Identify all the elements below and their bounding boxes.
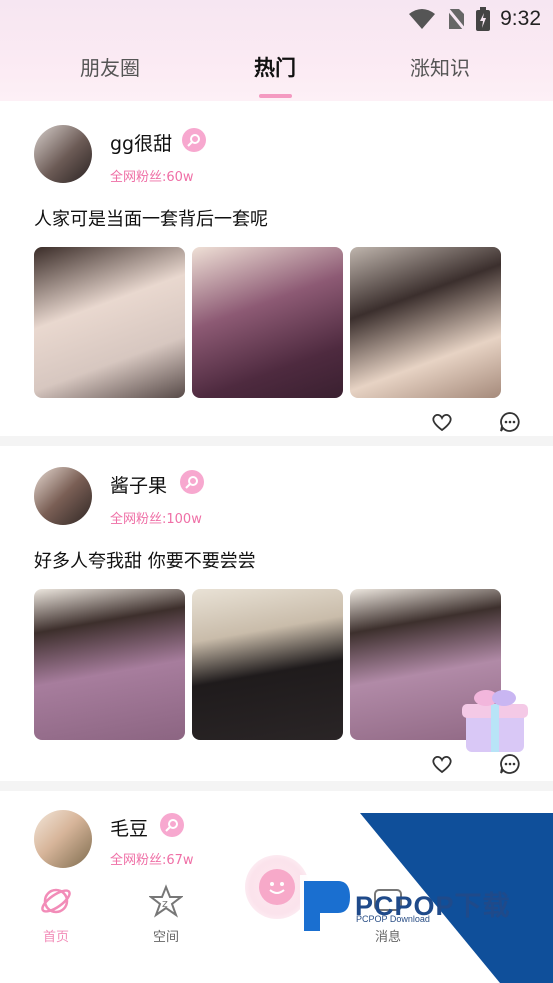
tab-knowledge[interactable]: 涨知识 <box>380 52 500 81</box>
post-photo[interactable] <box>34 589 185 740</box>
fans-count: 全网粉丝:67w <box>110 853 194 868</box>
tab-moments[interactable]: 朋友圈 <box>50 52 170 81</box>
gift-box-icon[interactable] <box>458 686 532 754</box>
top-tabs: 朋友圈 热门 涨知识 <box>0 52 553 86</box>
svg-text:z: z <box>162 897 168 910</box>
tab-indicator <box>259 94 292 98</box>
post-card[interactable]: gg很甜 全网粉丝:60w 人家可是当面一套背后一套呢 <box>0 101 553 446</box>
username[interactable]: gg很甜 <box>110 129 172 156</box>
no-sim-icon <box>446 7 467 31</box>
comment-icon[interactable] <box>498 752 522 776</box>
female-badge-icon <box>180 470 204 494</box>
avatar[interactable] <box>34 467 92 525</box>
comment-icon[interactable] <box>498 410 522 434</box>
female-badge-icon <box>182 128 206 152</box>
post-photo[interactable] <box>192 247 343 398</box>
heart-icon[interactable] <box>430 752 454 776</box>
post-text: 好多人夸我甜 你要不要尝尝 <box>34 551 256 572</box>
nav-home[interactable]: 首页 <box>26 884 86 945</box>
post-text: 人家可是当面一套背后一套呢 <box>34 209 268 230</box>
post-photo[interactable] <box>34 247 185 398</box>
smiley-icon <box>259 869 295 905</box>
username[interactable]: 毛豆 <box>110 814 148 841</box>
nav-home-label: 首页 <box>42 930 69 945</box>
planet-icon <box>41 888 71 914</box>
post-photo[interactable] <box>192 589 343 740</box>
nav-space[interactable]: z 空间 <box>136 884 196 945</box>
fans-count: 全网粉丝:100w <box>110 512 202 527</box>
watermark-subtext: PCPOP Download <box>356 914 430 924</box>
nav-space-label: 空间 <box>152 930 179 945</box>
female-badge-icon <box>160 813 184 837</box>
status-bar: 9:32 <box>408 6 541 32</box>
username[interactable]: 酱子果 <box>110 471 167 498</box>
post-divider <box>0 436 553 446</box>
post-photo[interactable] <box>350 247 501 398</box>
wifi-icon <box>409 9 436 29</box>
fans-count: 全网粉丝:60w <box>110 170 194 185</box>
heart-icon[interactable] <box>430 410 454 434</box>
avatar[interactable] <box>34 810 92 868</box>
avatar[interactable] <box>34 125 92 183</box>
clock-time: 9:32 <box>500 7 541 30</box>
top-header: 9:32 朋友圈 热门 涨知识 <box>0 0 553 101</box>
post-divider <box>0 781 553 791</box>
battery-charging-icon <box>476 7 491 31</box>
tab-hot[interactable]: 热门 <box>215 52 335 82</box>
star-icon: z <box>148 884 184 918</box>
